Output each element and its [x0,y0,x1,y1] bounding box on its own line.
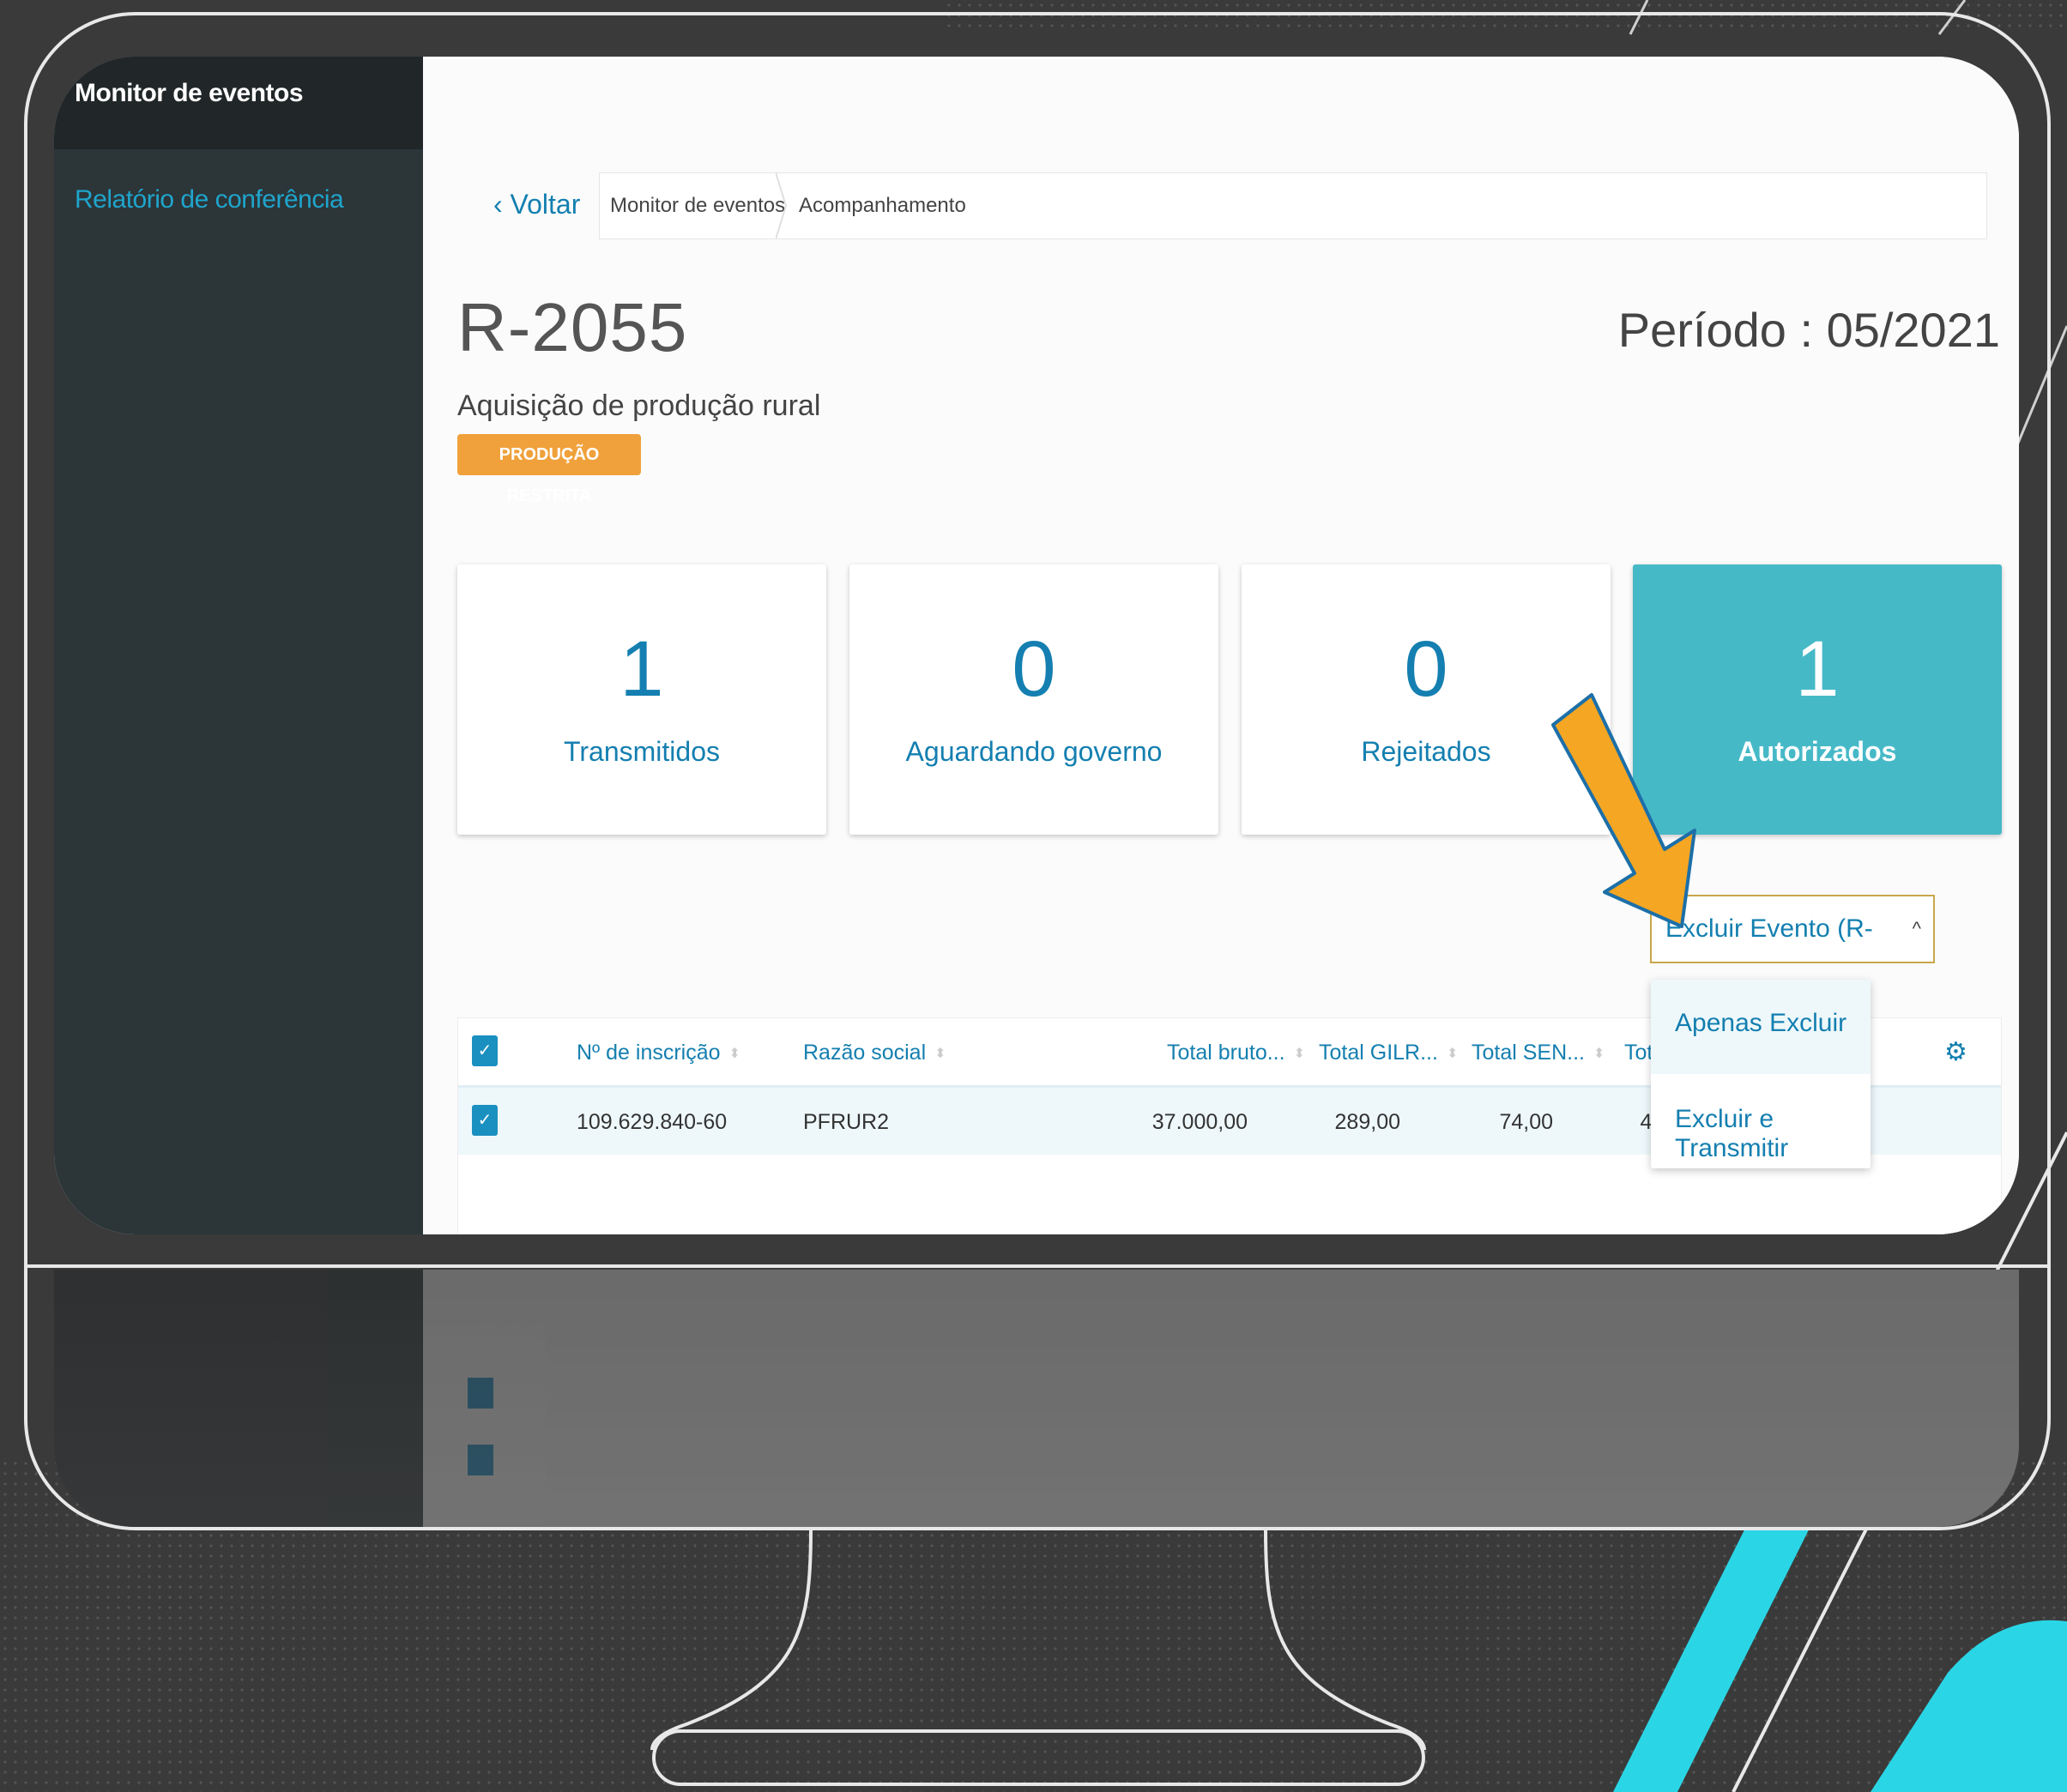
column-header-total-gilr[interactable]: Total GILR... ⬍ [1319,1041,1458,1065]
card-autorizados[interactable]: 1 Autorizados [1633,564,2002,835]
row-checkbox[interactable]: ✓ [472,1105,498,1136]
breadcrumb-item-acompanhamento: Acompanhamento [799,194,966,217]
column-header-total-bruto[interactable]: Total bruto... ⬍ [1167,1041,1305,1065]
card-value: 1 [619,625,664,713]
breadcrumb-separator-icon [776,172,788,239]
card-value: 1 [1795,625,1840,713]
period-label: Período : 05/2021 [1617,303,2000,357]
cell-total-gilr: 289,00 [1334,1110,1400,1134]
chevron-up-icon: ^ [1912,918,1921,939]
column-header-total-sen[interactable]: Total SEN... ⬍ [1472,1041,1605,1065]
column-header-razao-social[interactable]: Razão social ⬍ [803,1041,946,1065]
dropdown-menu: Apenas Excluir Excluir e Transmitir [1651,980,1871,1168]
environment-badge: PRODUÇÃO RESTRITA [457,434,641,505]
sidebar: Monitor de eventos Relatório de conferên… [54,57,423,1234]
sort-icon[interactable]: ⬍ [729,1047,740,1061]
sort-icon[interactable]: ⬍ [1447,1047,1458,1061]
card-label: Aguardando governo [905,736,1163,767]
excluir-evento-dropdown-button[interactable]: Excluir Evento (R-9000) ^ [1650,895,1935,1008]
menu-item-apenas-excluir[interactable]: Apenas Excluir [1651,980,1871,1074]
sort-icon[interactable]: ⬍ [1593,1047,1605,1061]
sort-icon[interactable]: ⬍ [934,1047,946,1061]
screen-reflection [54,1270,2019,1527]
monitor-screen: Monitor de eventos Relatório de conferên… [54,57,2019,1234]
sort-icon[interactable]: ⬍ [1294,1047,1305,1061]
page-title: R-2055 [457,289,688,365]
breadcrumb-item-monitor[interactable]: Monitor de eventos [610,194,785,218]
gear-icon[interactable]: ⚙ [1944,1037,1967,1067]
card-value: 0 [1012,625,1056,713]
monitor-bezel-divider [27,1264,2047,1268]
card-transmitidos[interactable]: 1 Transmitidos [457,564,826,835]
select-all-checkbox[interactable]: ✓ [472,1035,498,1066]
sidebar-item-relatorio[interactable]: Relatório de conferência [75,185,344,214]
menu-item-excluir-e-transmitir[interactable]: Excluir e Transmitir [1675,1105,1871,1163]
cell-inscricao: 109.629.840-60 [577,1110,728,1134]
sidebar-header: Monitor de eventos [54,57,423,149]
page-subtitle: Aquisição de produção rural [457,389,821,422]
sidebar-title[interactable]: Monitor de eventos [75,79,304,108]
card-label: Transmitidos [564,736,720,767]
cell-total-sen: 74,00 [1499,1110,1553,1134]
card-aguardando-governo[interactable]: 0 Aguardando governo [849,564,1218,835]
back-button[interactable]: ‹ Voltar [493,189,580,220]
card-label: Autorizados [1738,736,1897,767]
breadcrumb: Monitor de eventos Acompanhamento [599,172,1987,239]
card-rejeitados[interactable]: 0 Rejeitados [1242,564,1611,835]
cell-total-bruto: 37.000,00 [1151,1110,1248,1134]
cell-razao-social: PFRUR2 [803,1110,890,1134]
main-content: ‹ Voltar Monitor de eventos Acompanhamen… [423,57,2019,1234]
card-value: 0 [1404,625,1448,713]
card-label: Rejeitados [1361,736,1491,767]
column-header-inscricao[interactable]: Nº de inscrição ⬍ [577,1041,740,1065]
